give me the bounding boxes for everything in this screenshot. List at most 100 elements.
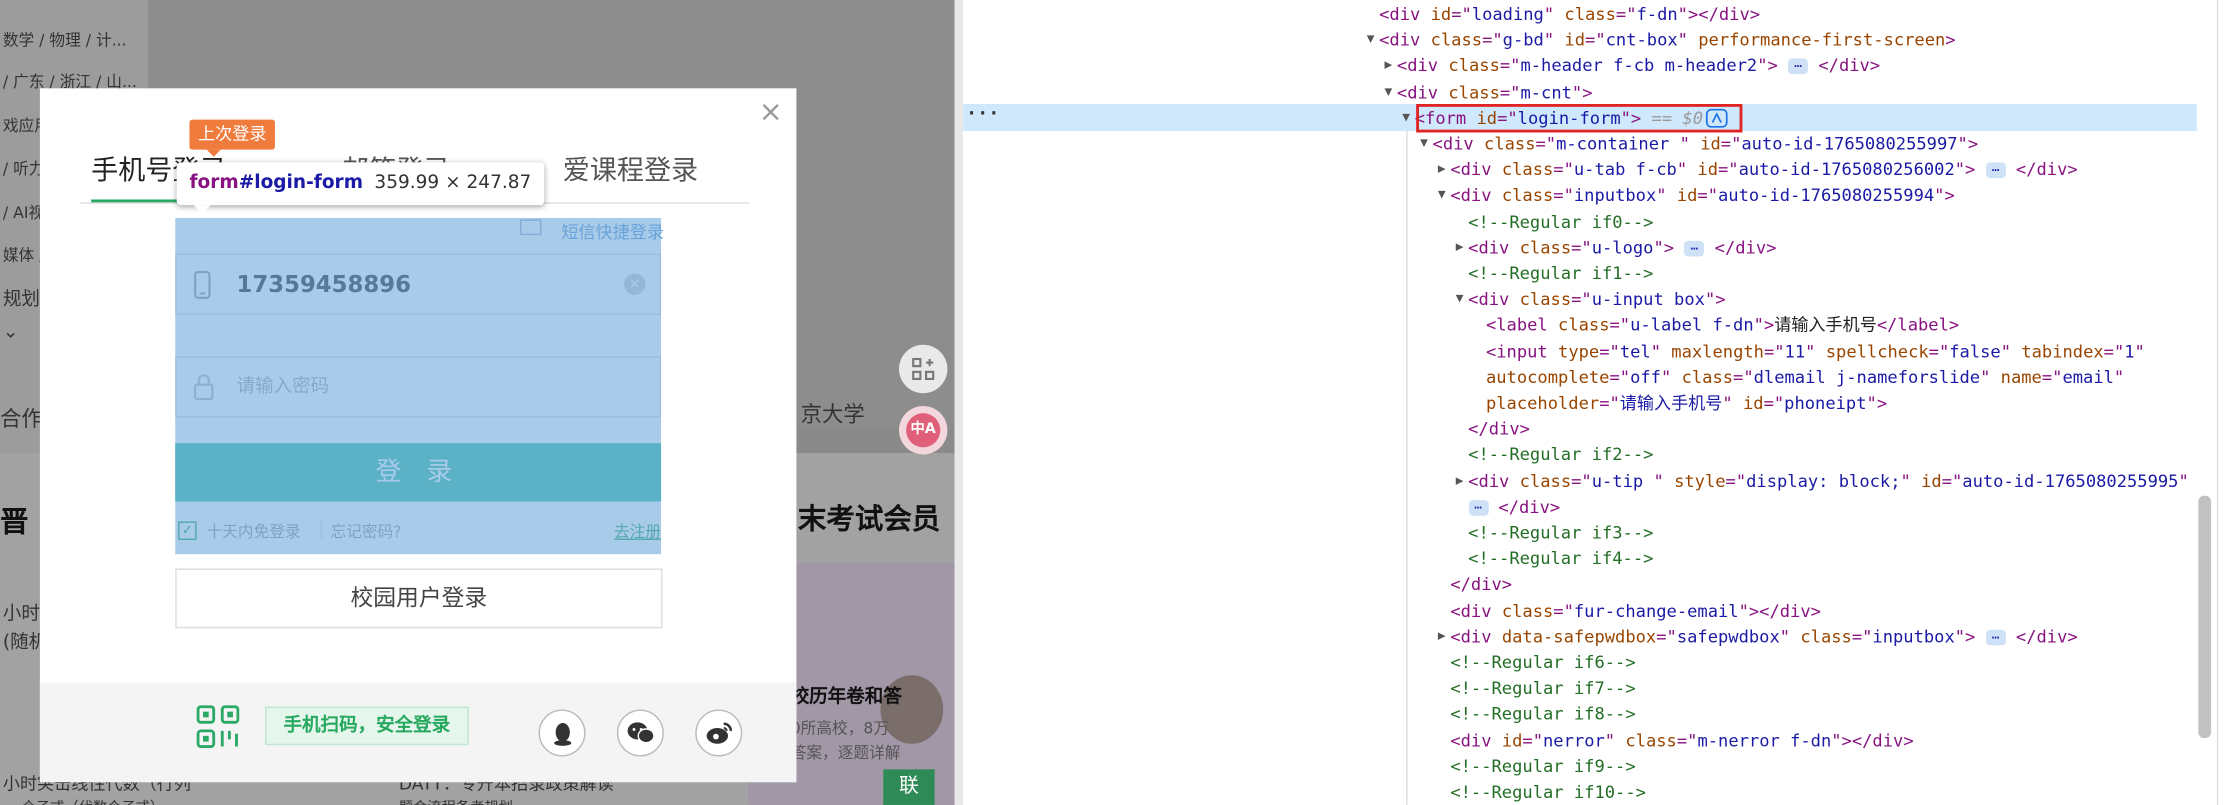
dom-tree-line[interactable]: ▼ <div class="inputbox" id="auto-id-17650… — [1438, 183, 1955, 209]
scrollbar[interactable] — [2198, 495, 2212, 738]
collapse-arrow-icon[interactable]: ▼ — [1381, 79, 1395, 105]
weibo-icon[interactable] — [695, 709, 743, 757]
close-icon[interactable]: × — [757, 97, 785, 125]
dom-node-markup: <!--Regular if4--> — [1468, 548, 1654, 569]
register-link[interactable]: 去注册 — [614, 520, 661, 543]
dom-node-markup: <div id="loading" class="f-dn"></div> — [1379, 4, 1761, 25]
dom-tree-line[interactable]: <!--Regular if9--> — [1450, 753, 1635, 779]
selected-node-outline — [1416, 104, 1743, 133]
dom-node-markup: <!--Regular if7--> — [1450, 678, 1636, 699]
bg-category-text[interactable]: 规划 — [3, 284, 40, 310]
bg-category-text[interactable]: 数学 / 物理 / 计... — [3, 28, 127, 51]
dom-tree-line[interactable]: ▼ <div class="g-bd" id="cnt-box" performa… — [1367, 27, 1956, 53]
dom-node-markup: <div class="u-logo"> … </div> — [1468, 237, 1777, 258]
phone-field[interactable]: 17359458896 × — [175, 253, 662, 315]
clear-icon[interactable]: × — [624, 273, 646, 295]
dom-tree-line[interactable]: <!--Regular if1--> — [1468, 261, 1653, 287]
remember-label[interactable]: 十天内免登录 — [207, 520, 301, 543]
dom-tree-line[interactable]: <!--Regular if8--> — [1450, 702, 1635, 728]
qr-code-icon[interactable] — [196, 705, 240, 748]
dom-tree-line[interactable]: … </div> — [1468, 494, 1560, 520]
expand-arrow-icon[interactable]: ▶ — [1435, 157, 1449, 183]
modal-footer: 手机扫码，安全登录 — [39, 682, 797, 783]
qr-grid-icon[interactable] — [898, 344, 948, 394]
dom-node-markup: <div id="nerror" class="m-nerror f-dn"><… — [1450, 730, 1914, 751]
qq-icon[interactable] — [538, 709, 586, 757]
scan-login-label[interactable]: 手机扫码，安全登录 — [264, 706, 469, 746]
campus-login-button[interactable]: 校园用户登录 — [175, 568, 663, 629]
dom-tree-line[interactable]: <!--Regular if0--> — [1468, 209, 1653, 235]
dom-node-markup: <label class="u-label f-dn">请输入手机号</labe… — [1485, 315, 1960, 336]
expand-arrow-icon[interactable]: ▶ — [1452, 235, 1466, 261]
password-field[interactable]: 请输入密码 — [175, 356, 662, 418]
login-button[interactable]: 登 录 — [175, 443, 662, 502]
more-actions-icon[interactable]: ··· — [966, 104, 999, 125]
dom-tree-line[interactable]: <input type="tel" maxlength="11" spellch… — [1486, 338, 2145, 364]
login-options: ✓ 十天内免登录 忘记密码? 去注册 — [175, 516, 661, 547]
dom-node-markup: <!--Regular if3--> — [1468, 522, 1654, 543]
sms-login-link[interactable]: 短信快捷登录 — [561, 219, 664, 243]
dom-tree-line[interactable]: </div> — [1468, 416, 1530, 442]
dom-tree-line[interactable]: ▶ <div class="u-tab f-cb" id="auto-id-176… — [1438, 157, 2078, 183]
bg-heading-text: 合作 — [0, 406, 43, 432]
styles-pane-edge[interactable] — [2216, 0, 2234, 805]
collapse-arrow-icon[interactable]: ▼ — [1435, 183, 1449, 209]
dom-tree-line[interactable]: <div id="loading" class="f-dn"></div> — [1379, 1, 1760, 27]
dom-node-markup: <div class="m-container " id="auto-id-17… — [1432, 133, 1979, 154]
dom-node-markup: <!--Regular if6--> — [1450, 652, 1636, 673]
dom-node-markup: <!--Regular if1--> — [1468, 263, 1654, 284]
remember-checkbox[interactable]: ✓ — [178, 521, 197, 540]
expand-arrow-icon[interactable]: ▶ — [1452, 468, 1466, 494]
ai-assist-icon[interactable] — [1705, 108, 1728, 128]
dom-tree-line[interactable]: <label class="u-label f-dn">请输入手机号</labe… — [1486, 313, 1959, 339]
bg-promo-text: 0所高校，8万 — [790, 719, 890, 738]
expand-arrow-icon[interactable]: ▶ — [1435, 624, 1449, 650]
dom-node-markup: <div class="u-tab f-cb" id="auto-id-1765… — [1450, 159, 2078, 180]
bg-category-text[interactable]: 媒体 / — [3, 244, 45, 267]
dom-tree-line[interactable]: ▼ <div class="m-container " id="auto-id-1… — [1420, 131, 1979, 157]
dom-tree-line[interactable]: <div id="nerror" class="m-nerror f-dn"><… — [1450, 727, 1913, 753]
bg-category-text[interactable]: / AI视 — [3, 201, 44, 224]
tooltip-size: 359.99 × 247.87 — [374, 172, 532, 194]
dom-tree-line[interactable]: ▶ <div class="u-logo"> … </div> — [1456, 235, 1777, 261]
bg-course-text: 题会流程备考规划 — [399, 795, 513, 805]
bg-promo-text: 答案，逐题详解 — [790, 743, 901, 763]
dom-tree-line[interactable]: <!--Regular if10--> — [1450, 779, 1646, 805]
dom-tree-line[interactable]: ▶ <div data-safepwdbox="safepwdbox" class… — [1438, 624, 2078, 650]
dom-tree-line[interactable]: <!--Regular if3--> — [1468, 520, 1653, 546]
join-button[interactable]: 联 — [883, 769, 935, 805]
envelope-icon — [520, 219, 542, 236]
dom-node-markup: <!--Regular if0--> — [1468, 211, 1654, 232]
dom-tree-line[interactable]: ▶ <div class="u-tip " style="display: blo… — [1456, 468, 2189, 494]
dom-tree-line[interactable]: <!--Regular if2--> — [1468, 442, 1653, 468]
dom-tree-line[interactable]: autocomplete="off" class="dlemail j-name… — [1486, 364, 2124, 390]
chevron-down-icon[interactable]: ⌄ — [3, 322, 19, 343]
dom-tree-line[interactable]: <!--Regular if4--> — [1468, 546, 1653, 572]
dom-node-markup: <div class="u-input box"> — [1468, 289, 1726, 310]
collapse-arrow-icon[interactable]: ▼ — [1452, 287, 1466, 313]
dom-tree-line[interactable]: ▼ <div class="u-input box"> — [1456, 287, 1726, 313]
phone-input[interactable]: 17359458896 — [237, 255, 411, 313]
dom-node-markup: <!--Regular if8--> — [1450, 704, 1636, 725]
password-input[interactable]: 请输入密码 — [237, 358, 330, 416]
forgot-password-link[interactable]: 忘记密码? — [331, 520, 402, 543]
dom-node-markup: <!--Regular if2--> — [1468, 445, 1654, 466]
pane-divider[interactable] — [954, 0, 964, 805]
collapse-arrow-icon[interactable]: ▼ — [1417, 131, 1431, 157]
dom-tree-line[interactable]: </div> — [1450, 572, 1512, 598]
dom-tree-line[interactable]: placeholder="请输入手机号" id="phoneipt"> — [1486, 390, 1887, 416]
dom-tree-line[interactable]: ▶ <div class="m-header f-cb m-header2"> …… — [1384, 53, 1880, 79]
dom-node-markup: <div class="fur-change-email"></div> — [1450, 600, 1821, 621]
bg-promo-title: 校历年卷和答 — [790, 686, 902, 709]
collapse-arrow-icon[interactable]: ▼ — [1399, 105, 1413, 131]
expand-arrow-icon[interactable]: ▶ — [1381, 53, 1395, 79]
dom-tree-line[interactable]: <!--Regular if7--> — [1450, 676, 1635, 702]
collapse-arrow-icon[interactable]: ▼ — [1363, 27, 1377, 53]
dom-tree-line[interactable]: <div class="fur-change-email"></div> — [1450, 598, 1821, 624]
tab-icourse-login[interactable]: 爱课程登录 — [563, 145, 698, 202]
wechat-icon[interactable] — [616, 709, 664, 757]
bg-member-heading: 末考试会员 — [797, 501, 941, 536]
dom-tree-line[interactable]: <!--Regular if6--> — [1450, 650, 1635, 676]
translate-icon[interactable]: 中A — [898, 406, 948, 455]
dom-tree-line[interactable]: ▼ <div class="m-cnt"> — [1384, 79, 1592, 105]
